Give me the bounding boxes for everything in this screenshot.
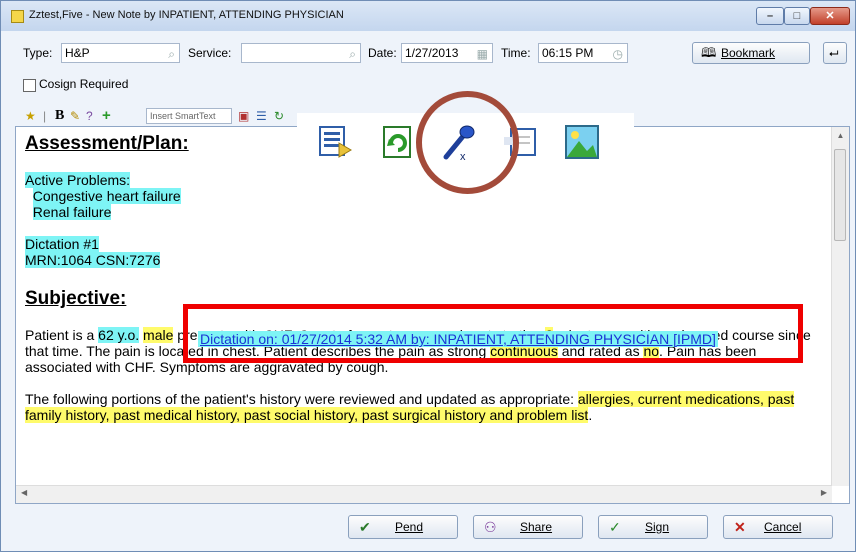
expand-icon: ⮠ xyxy=(829,46,839,60)
book-icon: 🕮 xyxy=(701,45,717,60)
cancel-button[interactable]: ✕ Cancel xyxy=(723,515,833,539)
help-icon[interactable]: ? xyxy=(86,108,93,124)
clock-icon[interactable]: ◷ xyxy=(613,45,623,63)
calendar-icon[interactable]: ▦ xyxy=(477,45,488,63)
minimize-icon: – xyxy=(766,10,774,22)
star-icon[interactable]: ★ xyxy=(25,108,36,124)
annotation-circle xyxy=(416,91,519,194)
bold-icon[interactable]: B xyxy=(55,108,64,124)
cosign-label: Cosign Required xyxy=(39,77,129,91)
separator: | xyxy=(43,109,47,123)
scroll-thumb[interactable] xyxy=(834,149,846,241)
sign-label: Sign xyxy=(645,520,670,534)
title-bar: Zztest,Five - New Note by INPATIENT, ATT… xyxy=(1,1,855,31)
date-field[interactable]: 1/27/2013 ▦ xyxy=(401,43,493,63)
active-problems-label: Active Problems: xyxy=(25,172,131,188)
minimize-button[interactable]: – xyxy=(756,7,784,25)
age-field[interactable]: 62 y.o. xyxy=(98,327,140,343)
close-button[interactable]: ✕ xyxy=(810,7,850,25)
window-title: Zztest,Five - New Note by INPATIENT, ATT… xyxy=(29,9,344,21)
share-icon: ⚇ xyxy=(484,519,497,535)
refresh-icon xyxy=(383,126,411,158)
type-label: Type: xyxy=(23,46,53,60)
bookmark-label: Bookmark xyxy=(721,46,776,60)
checkmark-icon: ✓ xyxy=(609,519,621,535)
smartlist-icon[interactable]: ▣ xyxy=(238,108,249,124)
time-field-value: 06:15 PM xyxy=(542,46,594,60)
assessment-heading: Assessment/Plan: xyxy=(25,133,189,154)
pend-button[interactable]: ✔ Pend xyxy=(348,515,458,539)
scroll-left-icon[interactable]: ◀ xyxy=(21,488,27,497)
note-text[interactable]: Assessment/Plan: Active Problems: Conges… xyxy=(25,133,825,423)
cancel-label: Cancel xyxy=(764,520,802,534)
date-label: Date: xyxy=(368,46,397,60)
bookmark-button[interactable]: 🕮 Bookmark xyxy=(692,42,810,64)
maximize-icon: □ xyxy=(793,10,801,22)
cosign-checkbox[interactable] xyxy=(23,79,36,92)
search-icon[interactable]: ⌕ xyxy=(168,45,175,63)
dictation-link[interactable]: Dictation on: 01/27/2014 5:32 AM by: INP… xyxy=(198,331,718,347)
format-icon[interactable]: ✎ xyxy=(70,108,80,124)
horizontal-scrollbar[interactable]: ◀ ▶ xyxy=(16,485,832,503)
note-editor-window: Zztest,Five - New Note by INPATIENT, ATT… xyxy=(0,0,856,552)
sign-button[interactable]: ✓ Sign xyxy=(598,515,708,539)
subjective-heading: Subjective: xyxy=(25,288,127,309)
service-field[interactable]: ⌕ xyxy=(241,43,361,63)
template-icon[interactable]: ☰ xyxy=(256,108,267,124)
mrn-csn-line: MRN:1064 CSN:7276 xyxy=(25,252,161,268)
image-icon xyxy=(565,125,599,159)
date-field-value: 1/27/2013 xyxy=(405,46,459,60)
search-icon[interactable]: ⌕ xyxy=(349,45,356,63)
smarttext-placeholder: Insert SmartText xyxy=(150,111,216,121)
time-field[interactable]: 06:15 PM ◷ xyxy=(538,43,628,63)
vertical-scrollbar[interactable]: ▲ xyxy=(831,127,849,486)
history-paragraph: The following portions of the patient's … xyxy=(25,391,795,423)
time-label: Time: xyxy=(501,46,531,60)
refresh-icon[interactable]: ↻ xyxy=(274,108,284,124)
service-label: Service: xyxy=(188,46,232,60)
dictation-number: Dictation #1 xyxy=(25,236,99,252)
scroll-right-icon[interactable]: ▶ xyxy=(821,488,827,497)
scroll-up-icon[interactable]: ▲ xyxy=(832,131,849,140)
type-field[interactable]: H&P ⌕ xyxy=(61,43,180,63)
add-icon[interactable]: + xyxy=(102,108,111,124)
expand-button[interactable]: ⮠ xyxy=(823,42,847,64)
problem-item: Renal failure xyxy=(32,204,112,220)
pend-icon: ✔ xyxy=(359,519,371,535)
sex-field[interactable]: male xyxy=(143,327,174,343)
maximize-button[interactable]: □ xyxy=(784,7,810,25)
share-label: Share xyxy=(520,520,553,534)
type-field-value: H&P xyxy=(65,46,90,60)
close-icon: ✕ xyxy=(825,10,835,22)
problem-item: Congestive heart failure xyxy=(32,188,181,204)
smarttext-input[interactable]: Insert SmartText xyxy=(146,108,232,124)
cancel-icon: ✕ xyxy=(734,519,746,535)
share-button[interactable]: ⚇ Share xyxy=(473,515,583,539)
template-icon xyxy=(319,126,352,158)
pend-label: Pend xyxy=(395,520,424,534)
note-app-icon xyxy=(11,10,24,23)
